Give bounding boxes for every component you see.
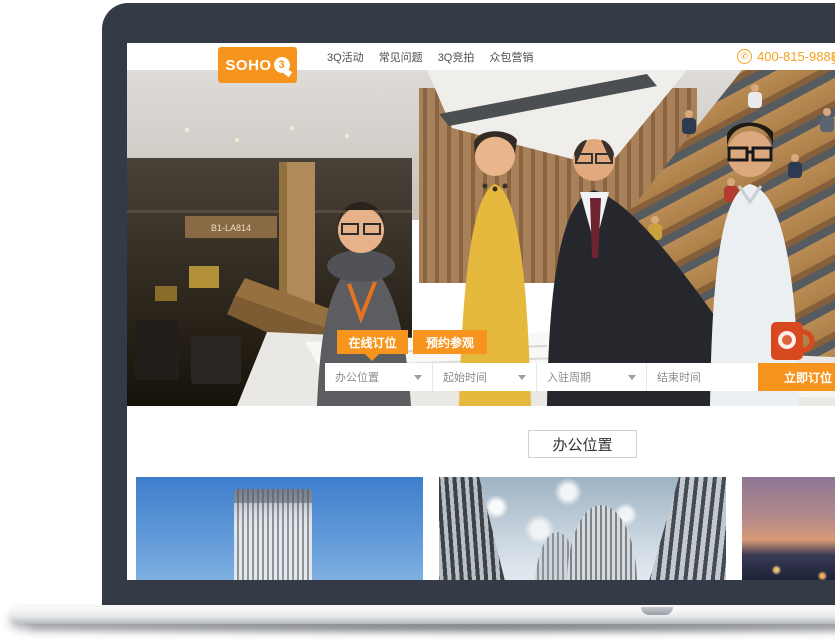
end-time-label: 结束时间 — [657, 369, 701, 385]
duration-label: 入驻周期 — [547, 369, 591, 385]
laptop-base — [10, 607, 835, 624]
flanking-building-right — [630, 477, 726, 580]
tower-top — [234, 489, 312, 503]
room-sign-label: B1-LA814 — [211, 223, 251, 233]
duration-select[interactable]: 入驻周期 — [537, 363, 647, 391]
login-link[interactable]: 登录 — [831, 50, 835, 67]
office-location-select[interactable]: 办公位置 — [325, 363, 433, 391]
page: 3Q活动 常见问题 3Q竞拍 众包营销 ✆ 400-815-9888 登录 SO… — [0, 0, 835, 643]
curved-tower-large — [567, 505, 637, 580]
phone-number: 400-815-9888 — [757, 49, 835, 64]
chevron-down-icon — [518, 375, 526, 380]
locations-section: 办公位置 — [127, 406, 835, 580]
start-time-label: 起始时间 — [443, 369, 487, 385]
phone-contact[interactable]: ✆ 400-815-9888 — [737, 43, 835, 70]
start-time-select[interactable]: 起始时间 — [433, 363, 537, 391]
chevron-down-icon — [628, 375, 636, 380]
main-nav: 3Q活动 常见问题 3Q竞拍 众包营销 — [327, 43, 533, 70]
laptop-screen: 3Q活动 常见问题 3Q竞拍 众包营销 ✆ 400-815-9888 登录 SO… — [127, 43, 835, 580]
laptop-shadow — [30, 622, 835, 636]
logo-3q-badge-icon: 3 — [274, 57, 290, 73]
end-time-field[interactable]: 结束时间 — [647, 363, 758, 391]
booking-form: 办公位置 起始时间 入驻周期 结束时间 立即订位 — [325, 363, 835, 391]
section-title-office-locations: 办公位置 — [528, 430, 637, 458]
book-now-button[interactable]: 立即订位 — [758, 363, 835, 391]
location-cards — [136, 477, 835, 580]
nav-item-crowd-marketing[interactable]: 众包营销 — [489, 49, 533, 65]
hero-photo: B1-LA814 — [127, 70, 835, 406]
nav-item-faq[interactable]: 常见问题 — [379, 49, 423, 65]
soho3q-logo[interactable]: SOHO 3 — [218, 47, 297, 83]
laptop-notch — [641, 607, 673, 615]
hero-illustration: B1-LA814 — [127, 70, 835, 406]
nav-item-3q-events[interactable]: 3Q活动 — [327, 49, 364, 65]
active-tab-pointer — [365, 354, 379, 361]
location-card-tower[interactable] — [136, 477, 423, 580]
location-card-wangjing[interactable] — [439, 477, 726, 580]
phone-icon: ✆ — [737, 49, 752, 64]
tab-visit-appointment[interactable]: 预约参观 — [413, 330, 487, 354]
flanking-building-left — [439, 477, 521, 580]
location-card-night-city[interactable] — [742, 477, 835, 580]
logo-text: SOHO — [225, 57, 271, 74]
chevron-down-icon — [414, 375, 422, 380]
nav-item-3q-auction[interactable]: 3Q竞拍 — [438, 49, 475, 65]
office-location-label: 办公位置 — [335, 369, 379, 385]
tab-online-booking[interactable]: 在线订位 — [337, 330, 408, 354]
